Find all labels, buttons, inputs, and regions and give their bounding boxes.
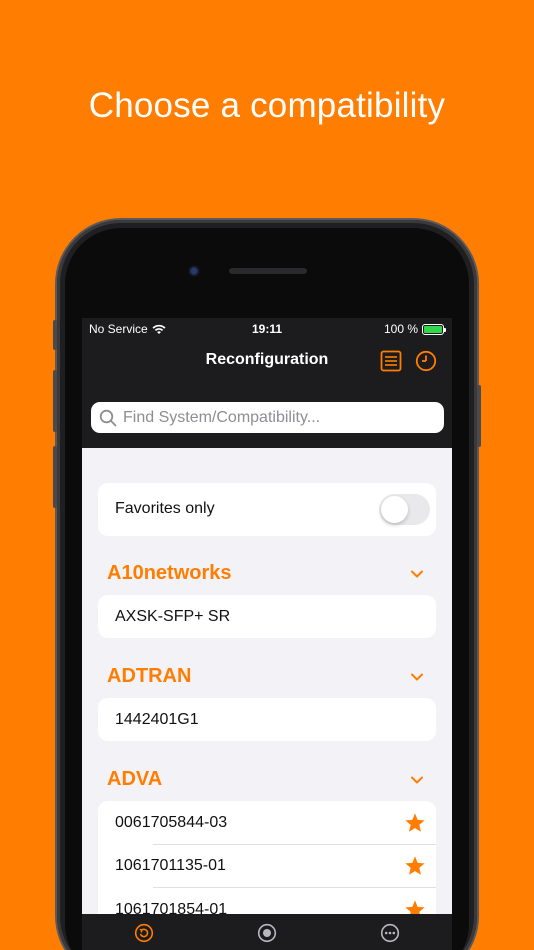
battery-percent: 100 %: [383, 322, 418, 336]
volume-up-button: [53, 370, 57, 432]
mute-switch: [53, 320, 57, 350]
more-icon[interactable]: [380, 923, 400, 943]
star-icon[interactable]: [404, 812, 426, 834]
star-icon[interactable]: [404, 855, 426, 877]
clock-icon[interactable]: [415, 350, 437, 372]
section-title-adva[interactable]: ADVA: [107, 768, 162, 791]
volume-down-button: [53, 446, 57, 508]
top-bar: No Service 19:11 100 % Reconfiguration: [82, 318, 452, 448]
reconfigure-icon[interactable]: [134, 923, 154, 943]
section-card-a10networks: AXSK-SFP+ SR: [98, 595, 436, 638]
row-divider: [153, 887, 436, 888]
earpiece-speaker: [229, 268, 307, 274]
app-screen: No Service 19:11 100 % Reconfiguration F…: [82, 318, 452, 950]
list-item[interactable]: AXSK-SFP+ SR: [115, 608, 230, 626]
favorites-toggle[interactable]: [379, 494, 430, 525]
row-divider: [153, 844, 436, 845]
list-item[interactable]: 1061701135-01: [115, 857, 226, 875]
search-input[interactable]: [123, 408, 433, 427]
chevron-down-icon[interactable]: [410, 567, 424, 581]
list-item[interactable]: 0061705844-03: [115, 814, 227, 832]
list-item[interactable]: 1442401G1: [115, 711, 199, 729]
favorites-card: Favorites only: [98, 483, 436, 536]
power-button: [477, 385, 481, 447]
section-card-adtran: 1442401G1: [98, 698, 436, 741]
tab-bar: [82, 914, 452, 950]
headline: Choose a compatibility: [88, 86, 446, 125]
search-icon: [99, 409, 117, 426]
favorites-label: Favorites only: [115, 500, 215, 517]
search-bar[interactable]: [91, 402, 444, 433]
battery-icon: [422, 323, 446, 335]
chevron-down-icon[interactable]: [410, 773, 424, 787]
front-camera: [188, 265, 200, 277]
record-icon[interactable]: [257, 923, 277, 943]
section-title-adtran[interactable]: ADTRAN: [107, 665, 191, 688]
chevron-down-icon[interactable]: [410, 670, 424, 684]
section-title-a10networks[interactable]: A10networks: [107, 562, 232, 585]
list-icon[interactable]: [380, 350, 402, 372]
status-bar: No Service 19:11 100 %: [82, 322, 452, 338]
